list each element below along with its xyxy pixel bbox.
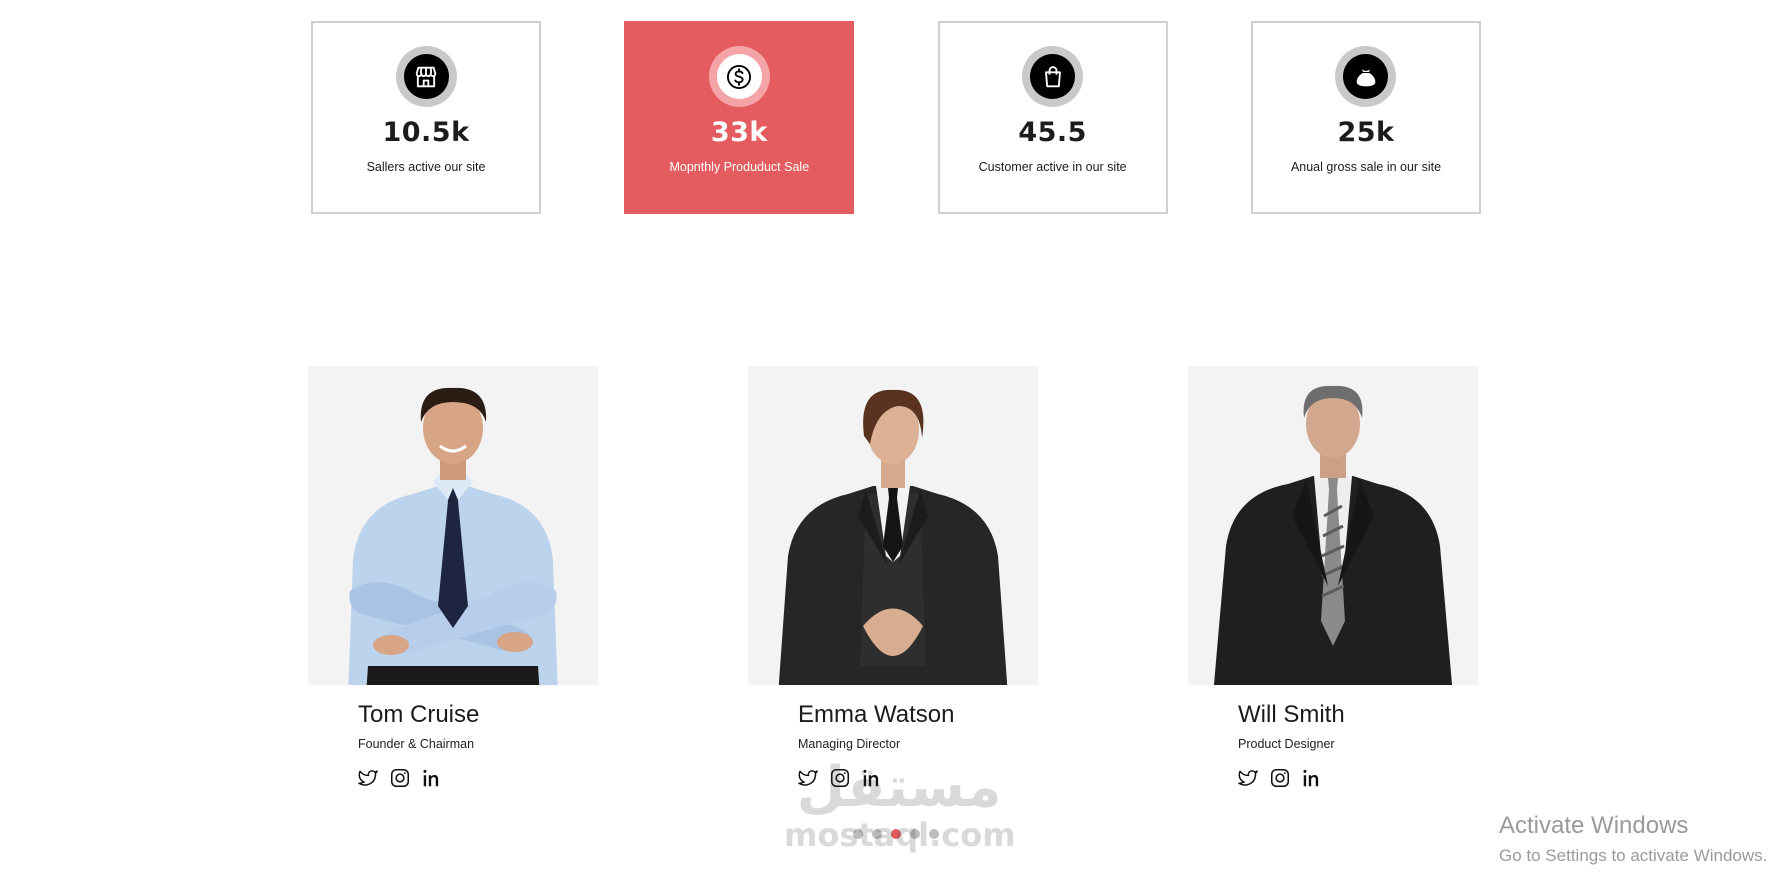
dollar-coin-icon: [716, 54, 762, 99]
linkedin-icon[interactable]: [421, 767, 443, 789]
stat-card-monthly-sale[interactable]: 33k Mopnthly Produduct Sale: [624, 21, 855, 214]
stat-icon-ring: [1335, 46, 1397, 107]
stat-icon-ring: [708, 46, 770, 107]
member-photo: [308, 366, 598, 685]
carousel-dot[interactable]: [910, 829, 920, 839]
member-photo: [748, 366, 1038, 685]
carousel-dots: [853, 829, 939, 839]
stat-card-sellers[interactable]: 10.5k Sallers active our site: [311, 21, 541, 214]
social-links: [1237, 767, 1478, 789]
team-section: Tom Cruise Founder & Chairman Emma Watso…: [308, 366, 1479, 806]
linkedin-icon[interactable]: [1301, 767, 1323, 789]
carousel-dot[interactable]: [853, 829, 863, 839]
carousel-dot-active[interactable]: [891, 829, 901, 839]
money-bag-icon: [1343, 54, 1389, 99]
stat-card-customers[interactable]: 45.5 Customer active in our site: [937, 21, 1168, 214]
social-links: [797, 767, 1038, 789]
team-member-card: Tom Cruise Founder & Chairman: [308, 366, 598, 789]
member-role: Founder & Chairman: [358, 737, 475, 751]
team-member-card: Emma Watson Managing Director: [748, 366, 1038, 789]
store-icon: [403, 54, 449, 99]
linkedin-icon[interactable]: [861, 767, 883, 789]
stat-label: Customer active in our site: [978, 160, 1127, 174]
twitter-icon[interactable]: [1237, 767, 1259, 789]
carousel-dot[interactable]: [929, 829, 939, 839]
stats-row: 10.5k Sallers active our site 33k Mopnth…: [311, 21, 1481, 214]
stat-label: Sallers active our site: [366, 160, 486, 174]
twitter-icon[interactable]: [357, 767, 379, 789]
member-role: Managing Director: [798, 737, 901, 751]
member-name: Will Smith: [1238, 701, 1345, 728]
stat-value: 33k: [710, 117, 768, 148]
member-name: Tom Cruise: [358, 701, 480, 728]
windows-activation-notice: Activate Windows Go to Settings to activ…: [1499, 812, 1767, 866]
stat-card-gross-sale[interactable]: 25k Anual gross sale in our site: [1250, 21, 1481, 214]
member-photo: [1188, 366, 1478, 685]
activation-title: Activate Windows: [1499, 812, 1689, 839]
social-links: [357, 767, 598, 789]
twitter-icon[interactable]: [797, 767, 819, 789]
instagram-icon[interactable]: [829, 767, 851, 789]
stat-icon-ring: [395, 46, 457, 107]
stat-label: Mopnthly Produduct Sale: [669, 160, 810, 174]
instagram-icon[interactable]: [389, 767, 411, 789]
carousel-dot[interactable]: [872, 829, 882, 839]
shopping-bag-icon: [1030, 54, 1076, 99]
member-name: Emma Watson: [798, 701, 955, 728]
stat-value: 45.5: [1018, 117, 1087, 148]
team-member-card: Will Smith Product Designer: [1188, 366, 1478, 789]
stat-value: 25k: [1337, 117, 1395, 148]
stat-icon-ring: [1022, 46, 1084, 107]
instagram-icon[interactable]: [1269, 767, 1291, 789]
stat-label: Anual gross sale in our site: [1290, 160, 1442, 174]
activation-subtitle: Go to Settings to activate Windows.: [1499, 846, 1768, 865]
stat-value: 10.5k: [382, 117, 470, 148]
member-role: Product Designer: [1238, 737, 1335, 751]
